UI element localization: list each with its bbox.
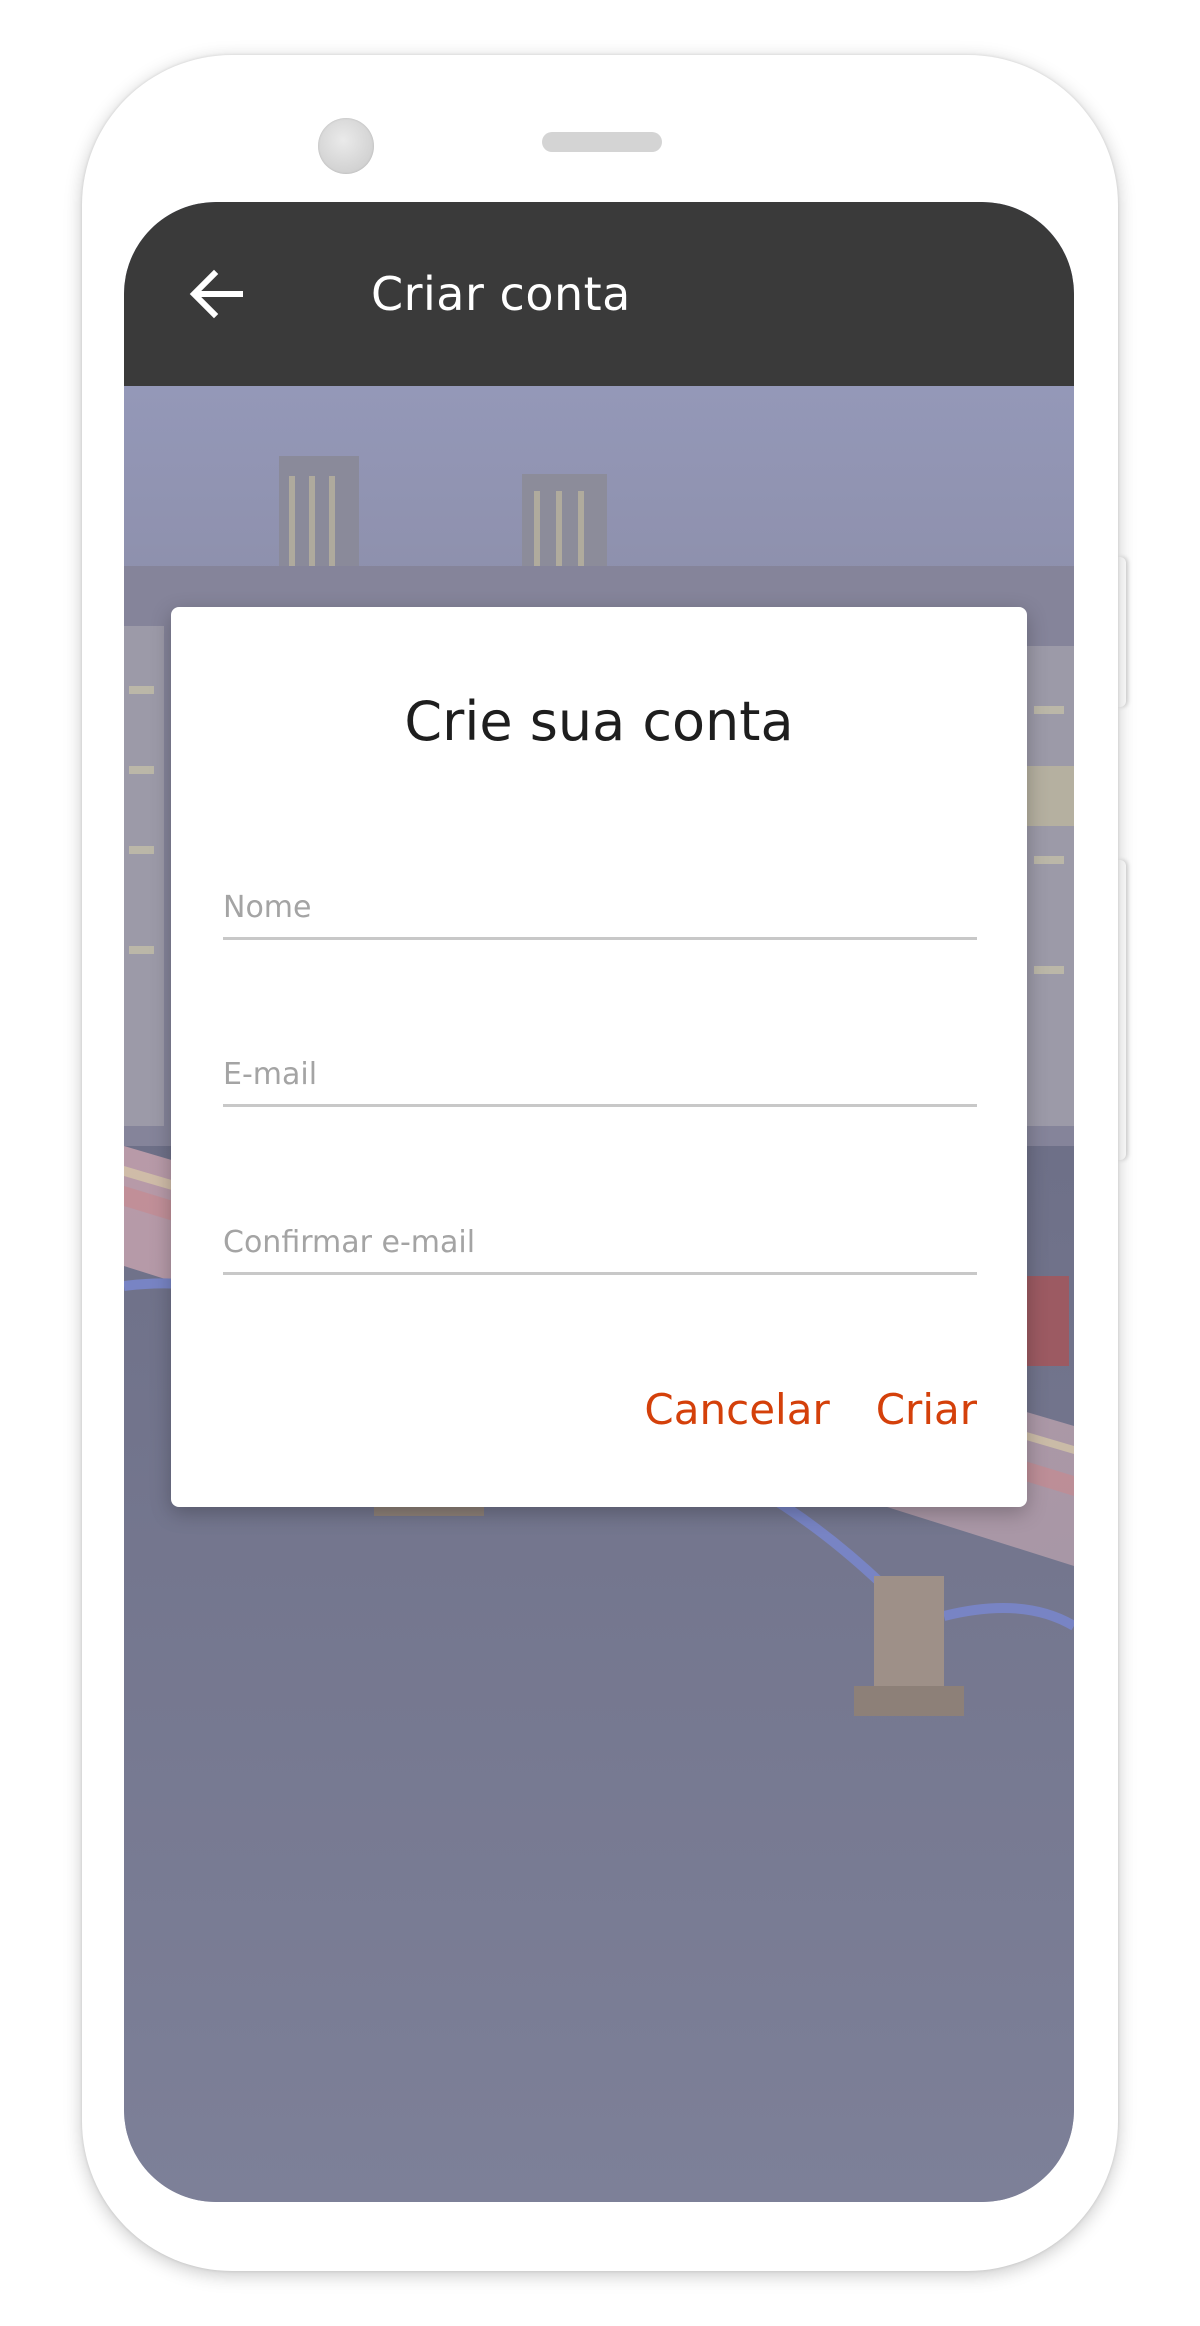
back-button[interactable]: [186, 262, 250, 326]
create-button[interactable]: Criar: [876, 1380, 977, 1440]
arrow-left-icon: [189, 269, 243, 319]
email-field[interactable]: [223, 1044, 977, 1107]
app-screen: Criar conta Crie sua conta Nome E-mail C…: [124, 202, 1074, 2202]
create-account-dialog: Crie sua conta Cancelar Criar: [171, 607, 1027, 1507]
speaker-grille: [542, 132, 662, 152]
page-title: Criar conta: [371, 267, 631, 321]
dialog-actions: Cancelar Criar: [644, 1380, 977, 1440]
camera-icon: [318, 118, 374, 174]
app-bar: Criar conta: [124, 202, 1074, 386]
dialog-title: Crie sua conta: [404, 690, 794, 753]
name-field[interactable]: [223, 877, 977, 940]
device-mockup: Criar conta Crie sua conta Nome E-mail C…: [0, 0, 1200, 2326]
confirm-email-field[interactable]: [223, 1212, 977, 1275]
volume-button: [1118, 860, 1126, 1160]
power-button: [1118, 557, 1126, 707]
cancel-button[interactable]: Cancelar: [644, 1380, 829, 1440]
phone-frame: Criar conta Crie sua conta Nome E-mail C…: [82, 55, 1118, 2271]
